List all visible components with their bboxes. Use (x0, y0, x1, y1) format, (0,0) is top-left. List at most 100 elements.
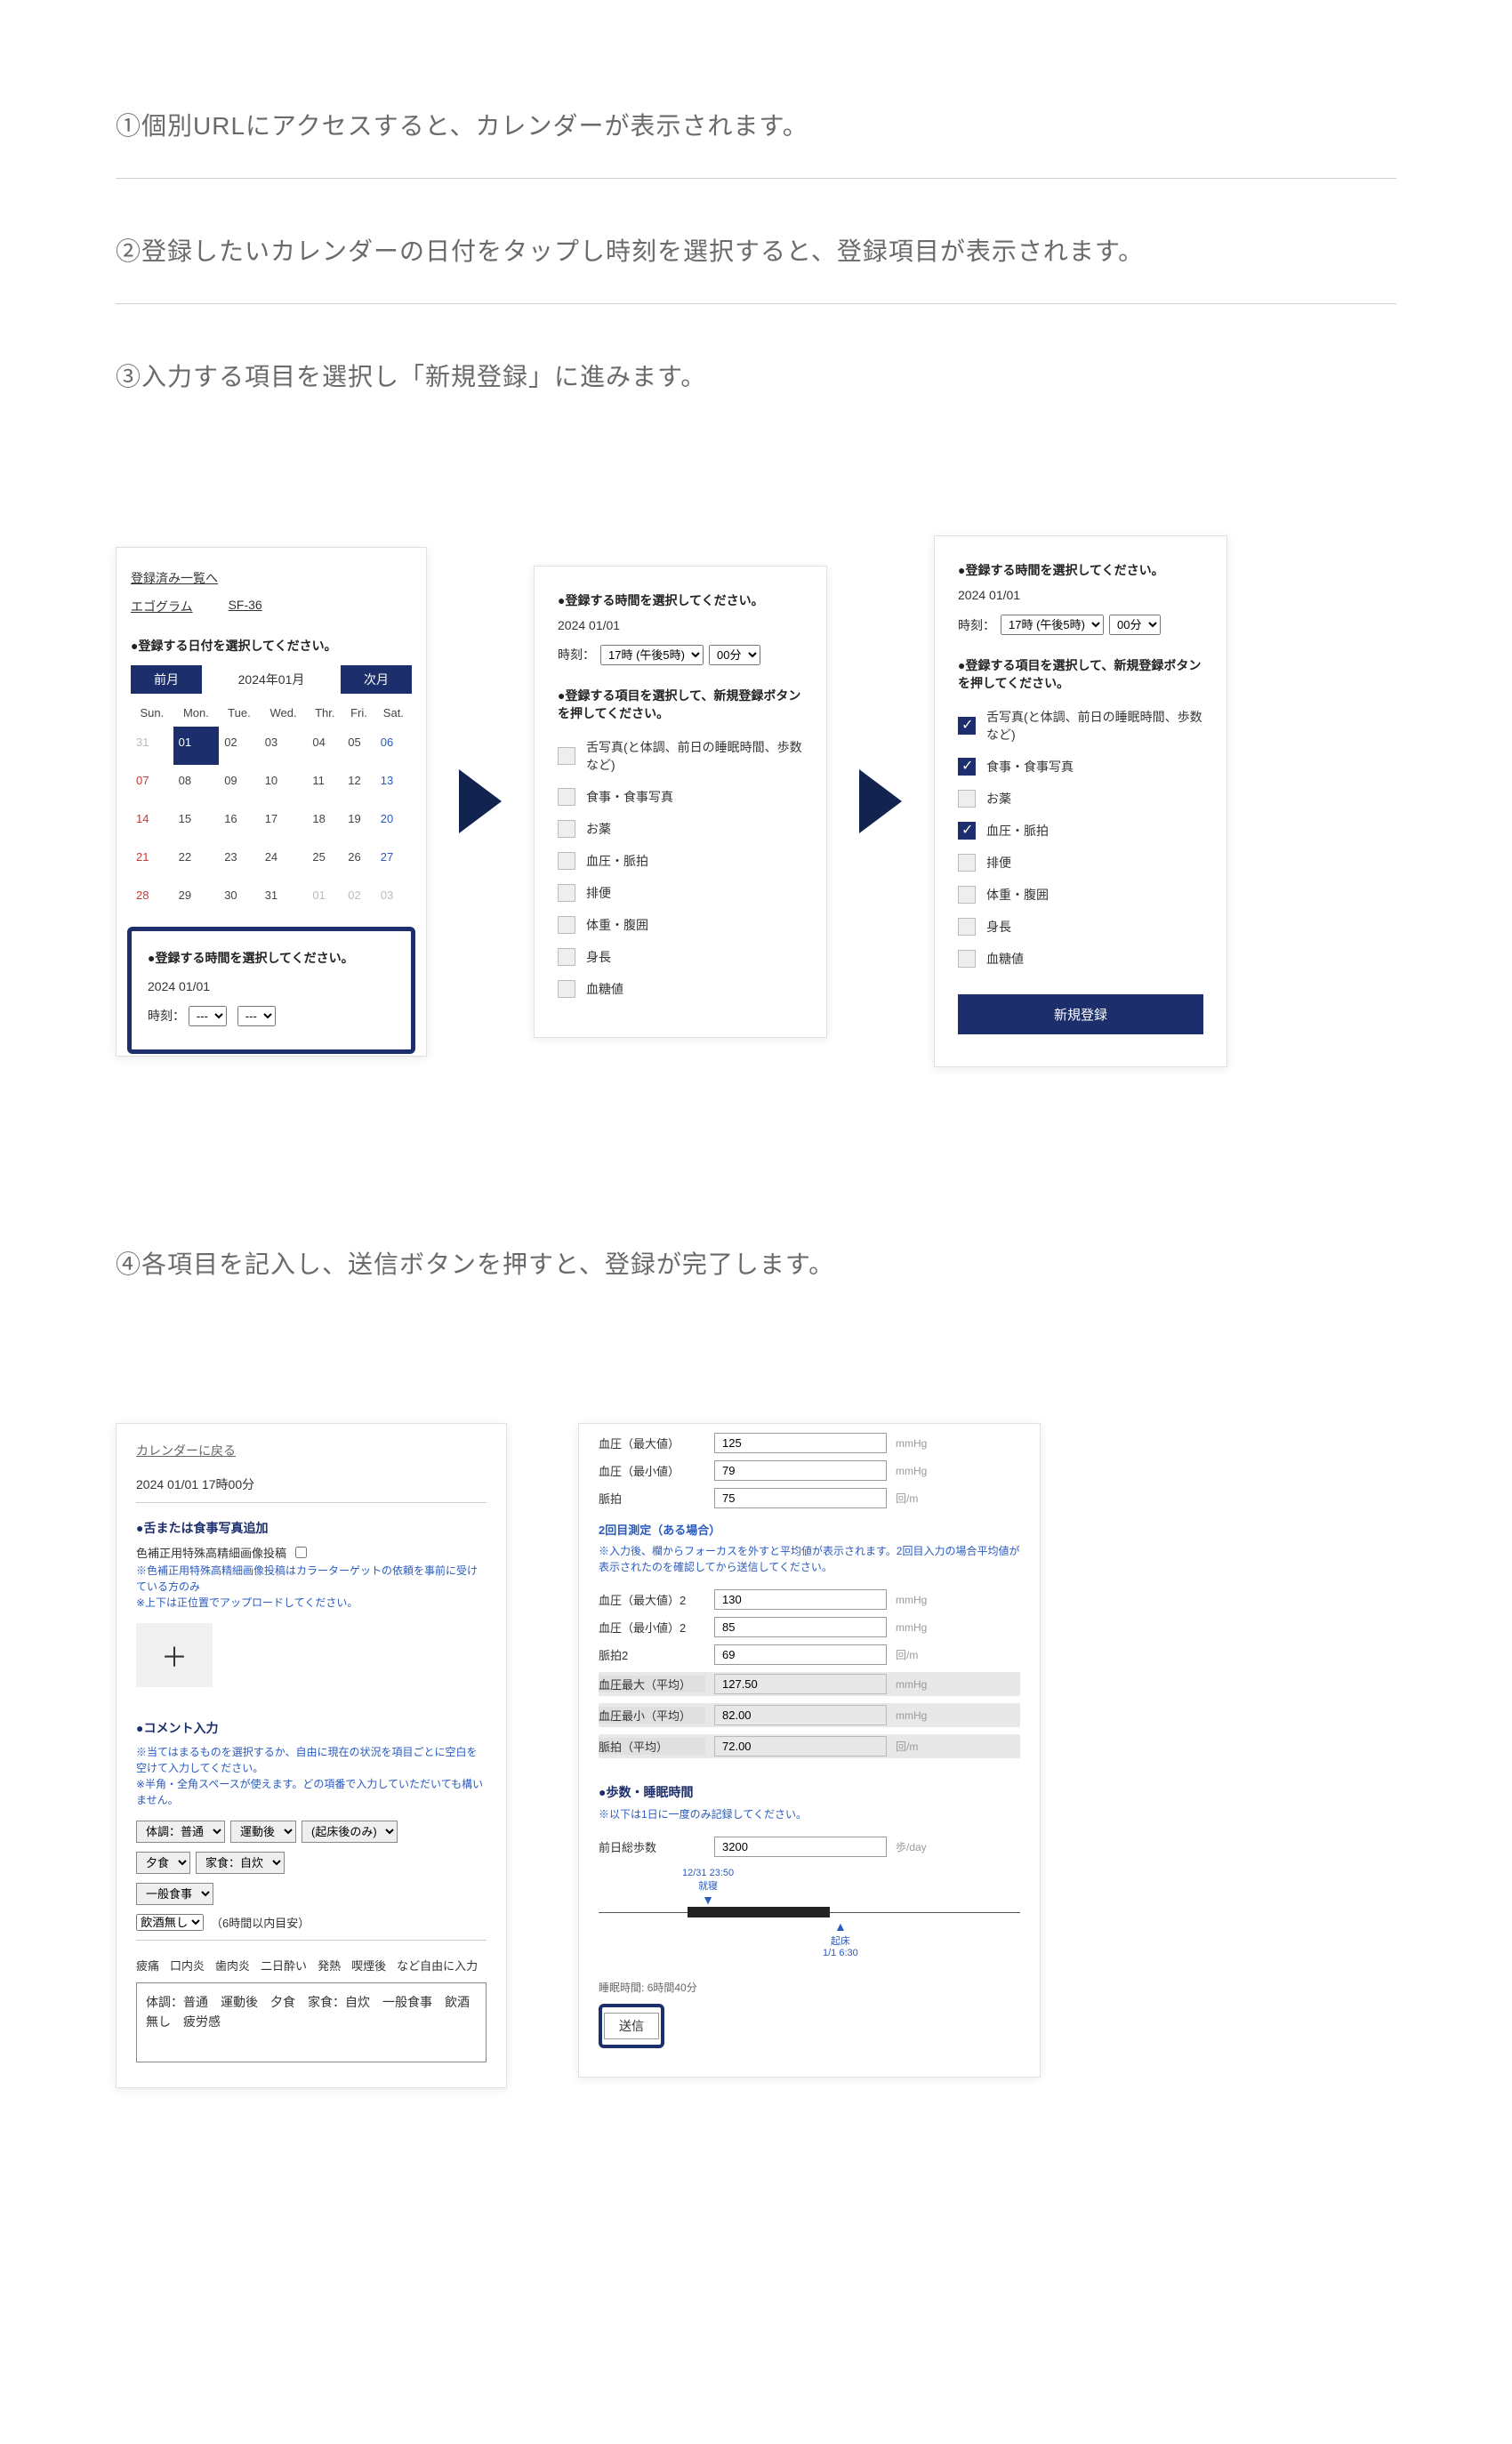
check-item[interactable]: 血圧・脈拍 (558, 845, 803, 877)
step-3-heading: ③入力する項目を選択し「新規登録」に進みます。 (116, 358, 1396, 429)
checkbox-icon[interactable] (558, 820, 575, 838)
add-photo-button[interactable]: ＋ (136, 1623, 213, 1687)
step-2-heading: ②登録したいカレンダーの日付をタップし時刻を選択すると、登録項目が表示されます。 (116, 232, 1396, 304)
checkbox-icon[interactable] (558, 747, 575, 765)
select-date-label: ●登録する日付を選択してください。 (131, 637, 412, 655)
select-time-label-3: ●登録する時間を選択してください。 (958, 561, 1203, 579)
unit-label: 回/m (896, 1739, 918, 1754)
time-select-box: ●登録する時間を選択してください。 2024 01/01 時刻： --- --- (127, 927, 415, 1054)
exercise-select[interactable]: 運動後 (230, 1821, 296, 1843)
checkbox-icon[interactable] (958, 886, 976, 904)
measurement-input[interactable] (714, 1644, 887, 1665)
check-item[interactable]: 身長 (558, 941, 803, 973)
check-item[interactable]: 食事・食事写真 (958, 751, 1203, 783)
measurement-input[interactable] (714, 1460, 887, 1481)
tag-label: 二日酔い (261, 1957, 307, 1974)
check-item[interactable]: 排便 (558, 877, 803, 909)
next-month-button[interactable]: 次月 (341, 665, 412, 694)
select-time-label-2: ●登録する時間を選択してください。 (558, 591, 803, 609)
checkbox-icon[interactable] (958, 822, 976, 840)
tab-egogram[interactable]: エゴグラム (131, 598, 193, 615)
measurement-input[interactable] (714, 1589, 887, 1610)
unit-label: mmHg (896, 1678, 927, 1691)
checkbox-icon[interactable] (958, 717, 976, 735)
checkbox-icon[interactable] (958, 918, 976, 936)
color-correction-checkbox[interactable] (295, 1547, 307, 1558)
measurement-label: 血圧最小（平均） (599, 1707, 705, 1724)
measurement-label: 脈拍 (599, 1490, 705, 1507)
check-item[interactable]: 血糖値 (958, 943, 1203, 975)
hour-select-blank[interactable]: --- (189, 1006, 227, 1026)
calendar-grid[interactable]: Sun.Mon.Tue.Wed.Thr.Fri.Sat. 31010203040… (131, 699, 412, 918)
steps-input[interactable] (714, 1837, 887, 1857)
checkbox-icon[interactable] (958, 790, 976, 808)
triangle-down-icon: ▼ (682, 1893, 734, 1907)
checkbox-icon[interactable] (558, 852, 575, 870)
check-item[interactable]: 血糖値 (558, 973, 803, 1005)
select-items-label-3: ●登録する項目を選択して、新規登録ボタンを押してください。 (958, 656, 1203, 692)
check-item[interactable]: 体重・腹囲 (558, 909, 803, 941)
checkbox-icon[interactable] (558, 788, 575, 806)
measurement-label: 血圧最大（平均） (599, 1676, 705, 1692)
check-item[interactable]: 排便 (958, 847, 1203, 879)
register-button[interactable]: 新規登録 (958, 994, 1203, 1034)
home-cooking-select[interactable]: 家食：自炊 (196, 1852, 285, 1874)
select-time-label: ●登録する時間を選択してください。 (148, 949, 395, 967)
check-item[interactable]: お薬 (558, 813, 803, 845)
measurement-input[interactable] (714, 1433, 887, 1453)
unit-label: 回/m (896, 1647, 918, 1662)
check-item[interactable]: 食事・食事写真 (558, 781, 803, 813)
send-button[interactable]: 送信 (599, 2004, 664, 2048)
back-to-calendar-link[interactable]: カレンダーに戻る (136, 1442, 487, 1459)
date-label-2: 2024 01/01 (558, 618, 803, 632)
measurement-label: 脈拍（平均） (599, 1738, 705, 1755)
tag-label: など自由に入力 (397, 1957, 478, 1974)
items-panel-unchecked: ●登録する時間を選択してください。 2024 01/01 時刻： 17時 (午後… (534, 566, 827, 1038)
comment-textarea[interactable]: 体調：普通 運動後 夕食 家食：自炊 一般食事 飲酒無し 疲労感 (136, 1982, 487, 2062)
comment-section-head: ●コメント入力 (136, 1719, 487, 1737)
check-item[interactable]: 血圧・脈拍 (958, 815, 1203, 847)
sleep-timeline[interactable]: 12/31 23:50 就寝 ▼ ▲ 起床 1/1 6:30 (599, 1868, 1020, 1966)
checkbox-icon[interactable] (958, 950, 976, 968)
wake-select[interactable]: (起床後のみ) (302, 1821, 398, 1843)
checkbox-icon[interactable] (558, 948, 575, 966)
tab-sf36[interactable]: SF-36 (229, 598, 262, 615)
hour-select-2[interactable]: 17時 (午後5時) (600, 645, 704, 665)
items-panel-checked: ●登録する時間を選択してください。 2024 01/01 時刻： 17時 (午後… (934, 535, 1227, 1067)
minute-select-blank[interactable]: --- (237, 1006, 276, 1026)
selected-date: 2024 01/01 (148, 979, 395, 993)
meal-type-select[interactable]: 一般食事 (136, 1883, 213, 1905)
prev-month-button[interactable]: 前月 (131, 665, 202, 694)
measurement-label: 脈拍2 (599, 1646, 705, 1663)
checkbox-icon[interactable] (558, 980, 575, 998)
checkbox-icon[interactable] (558, 916, 575, 934)
dinner-select[interactable]: 夕食 (136, 1852, 190, 1874)
minute-select-2[interactable]: 00分 (709, 645, 760, 665)
unit-label: 回/m (896, 1491, 918, 1506)
check-item[interactable]: 身長 (958, 911, 1203, 943)
hour-select-3[interactable]: 17時 (午後5時) (1001, 615, 1104, 635)
check-item[interactable]: 舌写真(と体調、前日の睡眠時間、歩数など) (558, 731, 803, 781)
measurement-input[interactable] (714, 1488, 887, 1508)
checkbox-icon[interactable] (958, 854, 976, 872)
measurement-row: 血圧最小（平均）mmHg (599, 1703, 1020, 1727)
arrow-icon (859, 769, 902, 833)
measurement-row: 血圧最大（平均） mmHg (599, 1672, 1020, 1696)
measurement-row: 血圧（最小値）mmHg (599, 1460, 1020, 1481)
registered-list-link[interactable]: 登録済み一覧へ (131, 569, 412, 587)
check-item[interactable]: 体重・腹囲 (958, 879, 1203, 911)
measurement-row: 脈拍 回/m (599, 1488, 1020, 1508)
minute-select-3[interactable]: 00分 (1109, 615, 1161, 635)
step-1-heading: ①個別URLにアクセスすると、カレンダーが表示されます。 (116, 107, 1396, 179)
unit-label: mmHg (896, 1594, 927, 1606)
unit-label: mmHg (896, 1621, 927, 1634)
check-item[interactable]: 舌写真(と体調、前日の睡眠時間、歩数など) (958, 701, 1203, 751)
check-item[interactable]: お薬 (958, 783, 1203, 815)
measurement-row: 血圧（最大値）mmHg (599, 1433, 1020, 1453)
measurement-row: 血圧（最大値）2mmHg (599, 1589, 1020, 1610)
checkbox-icon[interactable] (958, 758, 976, 776)
alcohol-select[interactable]: 飲酒無し (136, 1914, 204, 1931)
checkbox-icon[interactable] (558, 884, 575, 902)
body-condition-select[interactable]: 体調：普通 (136, 1821, 225, 1843)
measurement-input[interactable] (714, 1617, 887, 1637)
